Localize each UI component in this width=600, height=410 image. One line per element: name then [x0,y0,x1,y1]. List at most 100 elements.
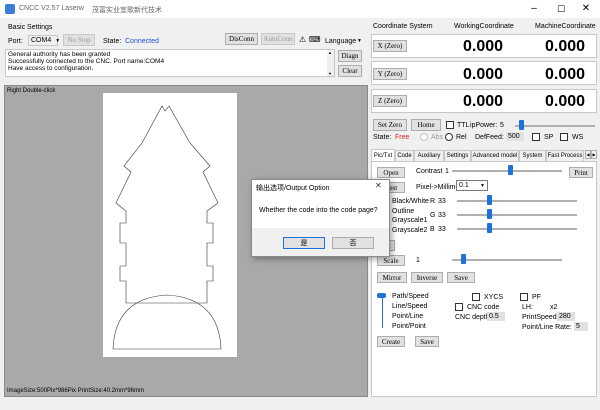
dialog-message: Whether the code into the code page? [259,207,378,214]
z-working-value: 0.000 [463,93,504,110]
xycs-checkbox[interactable] [472,293,480,301]
state-label: State: [103,38,122,45]
r-value: 33 [438,198,446,205]
home-button[interactable]: Home [411,119,441,131]
b-slider-track[interactable] [457,228,577,230]
output-option-dialog: 输出选项/Output Option ✕ Whether the code in… [251,179,390,257]
log-textarea[interactable]: General authority has been granted Succe… [5,49,335,77]
maximize-icon[interactable]: ☐ [553,2,569,16]
port-select[interactable]: COM4 ▼ [28,35,60,46]
g-slider-track[interactable] [457,214,577,216]
y-zero-button[interactable]: Y (Zero) [373,68,407,80]
language-chevron-icon[interactable]: ▼ [357,38,362,44]
scale-slider-track[interactable] [452,259,562,261]
save-button[interactable]: Save [447,272,475,283]
r-slider-thumb[interactable] [487,195,492,205]
tab-scroll-right-icon[interactable]: ▶ [591,150,597,159]
x-zero-button[interactable]: X (Zero) [373,40,407,52]
mirror-button[interactable]: Mirror [377,272,407,283]
state-value: Connected [125,38,159,45]
coordinate-system-label: Coordinate System [373,23,433,30]
tab-settings[interactable]: Settings [444,150,471,161]
ttl-label: TTL [457,122,470,129]
contrast-value: 1 [445,168,449,175]
save-code-button[interactable]: Save [415,336,439,347]
dialog-close-icon[interactable]: ✕ [375,181,382,190]
z-machine-value: 0.000 [545,93,586,110]
def-feed-value: 500 [508,133,520,140]
window-subtitle: 茂富实业宜歌新代技术 [92,7,162,14]
cnc-depth-input[interactable]: 0.5 [487,312,505,321]
rel-radio[interactable] [445,133,453,141]
tab-system[interactable]: System [519,150,546,161]
basic-settings-label: Basic Settings [8,24,53,31]
g-slider-thumb[interactable] [487,209,492,219]
b-label: B [430,226,435,233]
dialog-no-button[interactable]: 否 [332,237,374,249]
mode-black-white[interactable]: Black/White [392,198,429,205]
tab-auxiliary[interactable]: Auxiliary [414,150,444,161]
ip-power-slider-track[interactable] [515,125,595,127]
print-speed-input[interactable]: 280 [557,312,575,321]
mode-grayscale2[interactable]: Grayscale2 [392,227,427,234]
no-stop-button[interactable]: No Stop [63,34,95,46]
path-speed-option[interactable]: Path/Speed [392,293,429,300]
clear-button[interactable]: Clear [338,65,362,77]
ip-power-value: 5 [500,122,504,129]
cnc-code-label: CNC code [467,304,500,311]
ws-label: WS [572,134,584,141]
g-value: 33 [438,212,446,219]
print-speed-value: 280 [559,313,571,320]
disconnect-button[interactable]: DisConn [225,33,258,45]
contrast-slider-thumb[interactable] [508,165,513,175]
r-slider-track[interactable] [457,200,577,202]
abs-radio[interactable] [420,133,428,141]
sp-label: SP [544,134,554,141]
autoconnect-button[interactable]: AutoConn [261,33,295,45]
line-speed-option[interactable]: Line/Speed [392,303,427,310]
set-zero-button[interactable]: Set Zero [373,119,407,131]
b-slider-thumb[interactable] [487,223,492,233]
point-line-rate-input[interactable]: 5 [574,322,588,331]
ws-checkbox[interactable] [560,133,568,141]
mode-grayscale1[interactable]: Grayscale1 [392,217,427,224]
lock-icon[interactable]: ⚠ [299,35,306,44]
contrast-label: Contrast [416,168,443,175]
ip-power-slider-thumb[interactable] [519,120,524,130]
dialog-body: Whether the code into the code page? [252,194,389,228]
print-button[interactable]: Print [569,167,593,178]
scale-slider-thumb[interactable] [461,254,466,264]
point-line-option[interactable]: Point/Line [392,313,423,320]
keyboard-icon[interactable]: ⌨ [309,35,321,44]
cnc-code-checkbox[interactable] [455,303,463,311]
b-value: 33 [438,226,446,233]
x-working-value: 0.000 [463,38,504,55]
open-button[interactable]: Open [377,167,405,178]
ttl-checkbox[interactable] [446,121,454,129]
inverse-button[interactable]: Inverse [411,272,443,283]
pixel-millimeter-value: 0.1 [459,182,469,189]
ip-power-label: ipPower: [470,122,498,129]
tab-advanced-model[interactable]: Advanced model [471,150,519,161]
def-feed-input[interactable]: 500 [506,132,524,141]
minimize-icon[interactable]: – [526,2,542,16]
point-point-option[interactable]: Point/Point [392,323,426,330]
tab-fast-process[interactable]: Fast Process [546,150,584,161]
log-scrollbar[interactable]: ▲ ▼ [327,50,334,76]
app-icon [5,4,15,14]
tab-pic-txt[interactable]: Pic/Txt [371,149,395,161]
z-zero-button[interactable]: Z (Zero) [373,95,407,107]
dialog-yes-button[interactable]: 是 [283,237,325,249]
pixel-millimeter-select[interactable]: 0.1 ▼ [456,180,488,191]
mode-outline[interactable]: Outline [392,208,414,215]
tab-code[interactable]: Code [395,150,414,161]
close-icon[interactable]: ✕ [578,2,594,16]
diagnose-button[interactable]: Diagn [338,50,362,62]
create-button[interactable]: Create [377,336,405,347]
contrast-slider-track[interactable] [452,170,562,172]
pf-checkbox[interactable] [520,293,528,301]
y-working-value: 0.000 [463,66,504,83]
canvas-status: ImageSize:500Pix*986Pix PrintSize:40.2mm… [7,388,145,394]
rel-label: Rel [456,134,467,141]
sp-checkbox[interactable] [532,133,540,141]
